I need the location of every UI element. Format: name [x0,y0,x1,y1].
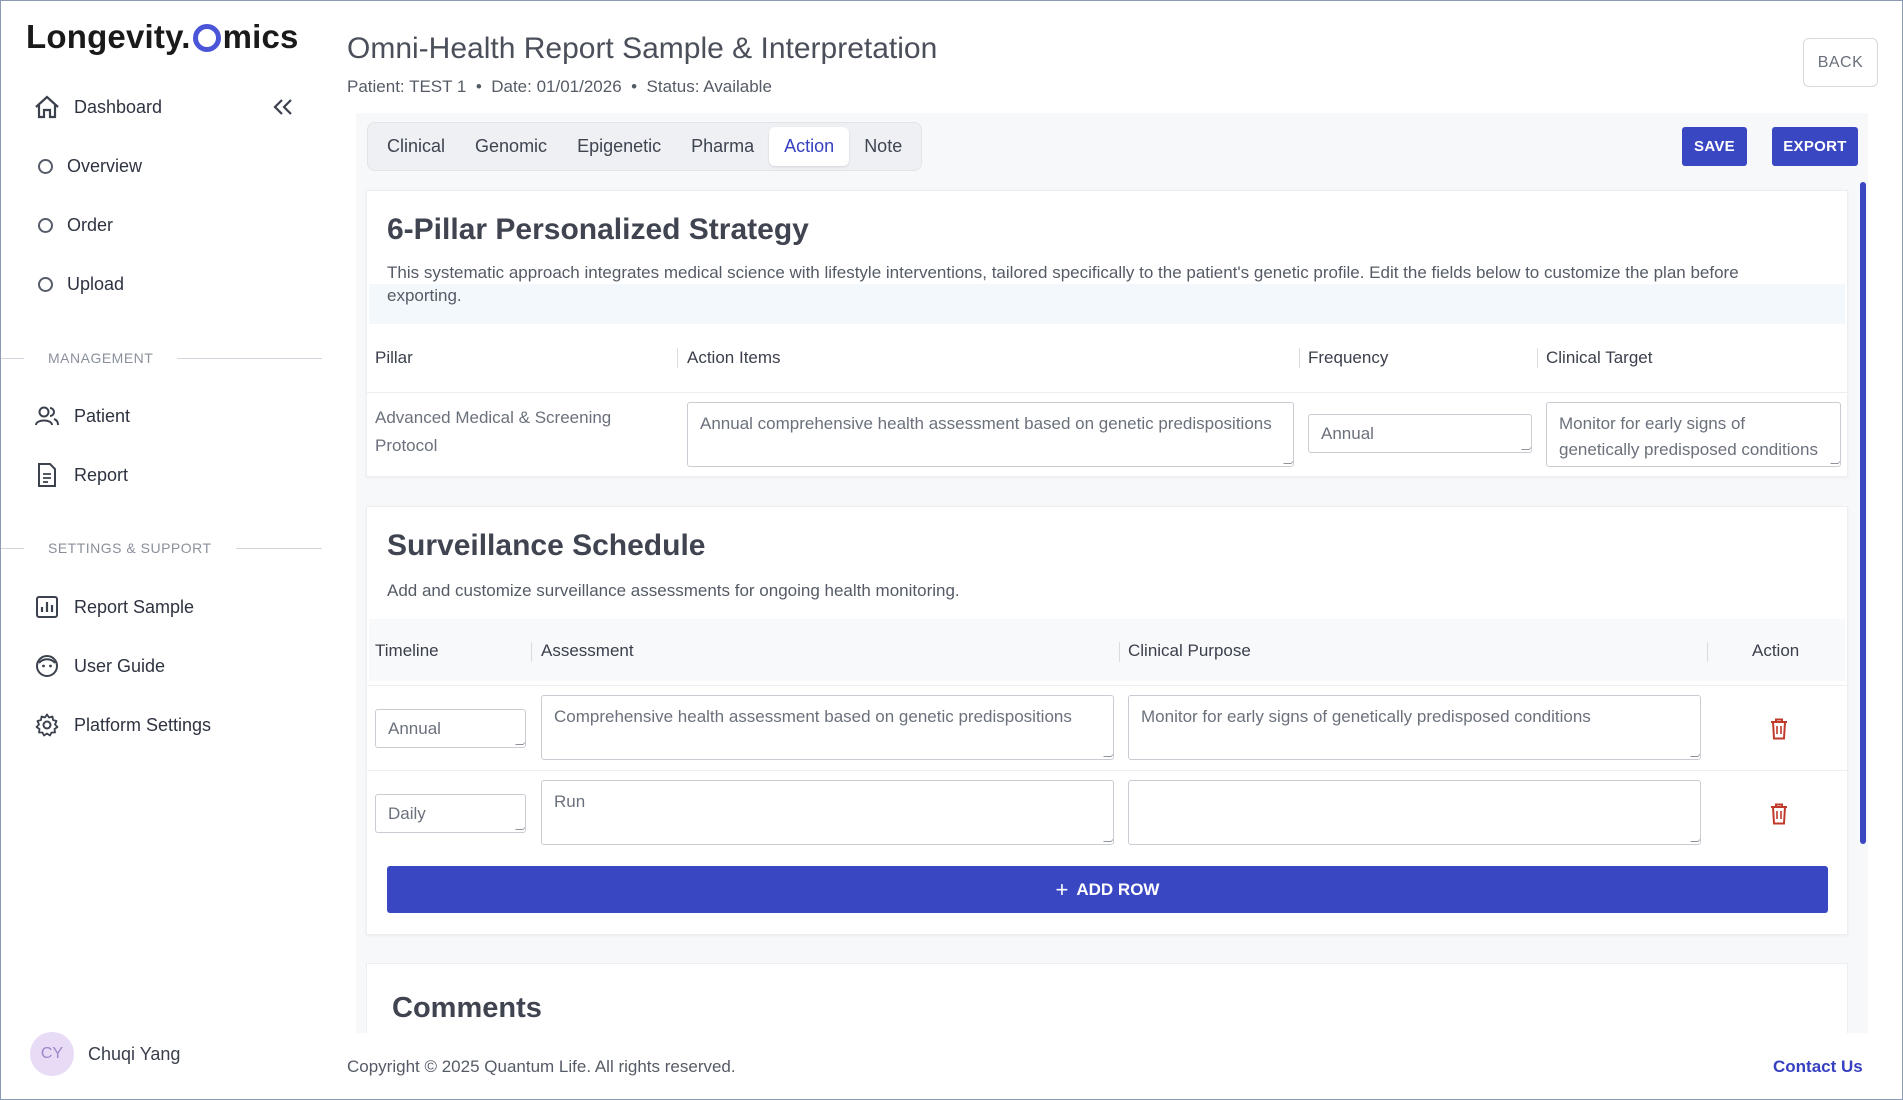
tab-epigenetic[interactable]: Epigenetic [562,127,676,166]
assessment-field[interactable]: Run [541,780,1114,845]
section-label: SETTINGS & SUPPORT [48,540,212,556]
timeline-field[interactable]: Annual [375,709,526,748]
gear-icon [34,712,60,738]
scrollbar[interactable] [1860,182,1866,844]
contact-us-link[interactable]: Contact Us [1773,1057,1863,1077]
sidebar-item-dashboard[interactable]: Dashboard [34,94,162,120]
surveillance-description: Add and customize surveillance assessmen… [387,581,960,600]
column-header-clinical-purpose: Clinical Purpose [1128,641,1251,660]
sidebar-item-label: Patient [74,405,131,426]
user-profile[interactable]: CY Chuqi Yang [30,1032,180,1076]
user-name: Chuqi Yang [88,1043,181,1064]
page-title: Omni-Health Report Sample & Interpretati… [347,32,938,65]
clinical-purpose-field[interactable]: Monitor for early signs of genetically p… [1128,695,1701,760]
add-row-button[interactable]: + ADD ROW [387,866,1828,913]
column-header-pillar: Pillar [375,348,413,367]
sidebar-item-label: Platform Settings [74,714,212,735]
sidebar-item-label: Report Sample [74,596,195,617]
circle-icon [38,159,53,174]
sidebar: Longevity. mics Dashboard Overview Order … [0,0,330,1100]
logo-text-suffix: mics [222,18,299,55]
sidebar-item-patient[interactable]: Patient [34,403,130,429]
report-tabs: Clinical Genomic Epigenetic Pharma Actio… [367,122,923,171]
clinical-purpose-field[interactable] [1128,780,1701,845]
sidebar-item-order[interactable]: Order [38,215,113,236]
avatar: CY [30,1032,74,1076]
collapse-sidebar-button[interactable] [268,92,298,122]
document-icon [34,462,60,488]
trash-icon[interactable] [1768,802,1790,826]
column-header-timeline: Timeline [375,641,439,660]
sidebar-item-label: Dashboard [74,96,163,117]
tab-note[interactable]: Note [849,127,917,166]
action-items-field[interactable]: Annual comprehensive health assessment b… [687,402,1294,467]
sidebar-item-report-sample[interactable]: Report Sample [34,594,194,620]
back-button[interactable]: BACK [1803,38,1878,87]
column-header-clinical-target: Clinical Target [1546,348,1653,367]
double-chevron-left-icon [273,99,292,115]
surveillance-title: Surveillance Schedule [387,529,706,562]
circle-icon [38,277,53,292]
sidebar-item-label: Upload [67,274,125,294]
logo-text-prefix: Longevity. [26,18,191,55]
column-header-action: Action [1752,641,1800,660]
section-settings-support: SETTINGS & SUPPORT [0,540,322,556]
add-row-label: ADD ROW [1076,879,1160,899]
tab-pharma[interactable]: Pharma [676,127,769,166]
sidebar-item-report[interactable]: Report [34,462,128,488]
column-header-frequency: Frequency [1308,348,1389,367]
pillar-name: Advanced Medical & Screening Protocol [375,408,612,455]
plus-icon: + [1055,876,1069,902]
sidebar-item-label: User Guide [74,655,166,676]
copyright-text: Copyright © 2025 Quantum Life. All right… [347,1057,736,1076]
column-header-assessment: Assessment [541,641,634,660]
sidebar-item-overview[interactable]: Overview [38,156,142,177]
sidebar-item-label: Order [67,215,114,235]
home-icon [34,94,60,120]
sidebar-item-user-guide[interactable]: User Guide [34,653,165,679]
export-button[interactable]: EXPORT [1772,127,1858,166]
comments-card: Comments [366,963,1848,1033]
circle-icon [38,218,53,233]
timeline-field[interactable]: Daily [375,794,526,833]
report-meta: Patient: TEST 1 • Date: 01/01/2026 • Sta… [347,77,772,96]
section-management: MANAGEMENT [0,350,322,366]
strategy-card: 6-Pillar Personalized Strategy This syst… [366,190,1848,477]
strategy-description: This systematic approach integrates medi… [387,263,1739,305]
clinical-target-field[interactable]: Monitor for early signs of genetically p… [1546,402,1841,467]
tab-clinical[interactable]: Clinical [372,127,460,166]
column-header-action-items: Action Items [687,348,781,367]
sidebar-item-label: Report [74,464,129,485]
trash-icon[interactable] [1768,717,1790,741]
tab-action[interactable]: Action [769,127,850,166]
users-icon [34,403,60,429]
sidebar-item-upload[interactable]: Upload [38,274,124,295]
save-button[interactable]: SAVE [1682,127,1747,166]
logo-ring-icon [192,24,221,52]
comments-title: Comments [392,992,542,1024]
frequency-field[interactable]: Annual [1308,414,1532,453]
section-label: MANAGEMENT [48,350,154,366]
face-icon [34,653,60,679]
strategy-title: 6-Pillar Personalized Strategy [387,213,809,246]
app-logo[interactable]: Longevity. mics [26,18,299,56]
sidebar-item-label: Overview [67,156,143,176]
bar-chart-icon [34,594,60,620]
sidebar-item-platform-settings[interactable]: Platform Settings [34,712,211,738]
assessment-field[interactable]: Comprehensive health assessment based on… [541,695,1114,760]
tab-genomic[interactable]: Genomic [460,127,562,166]
